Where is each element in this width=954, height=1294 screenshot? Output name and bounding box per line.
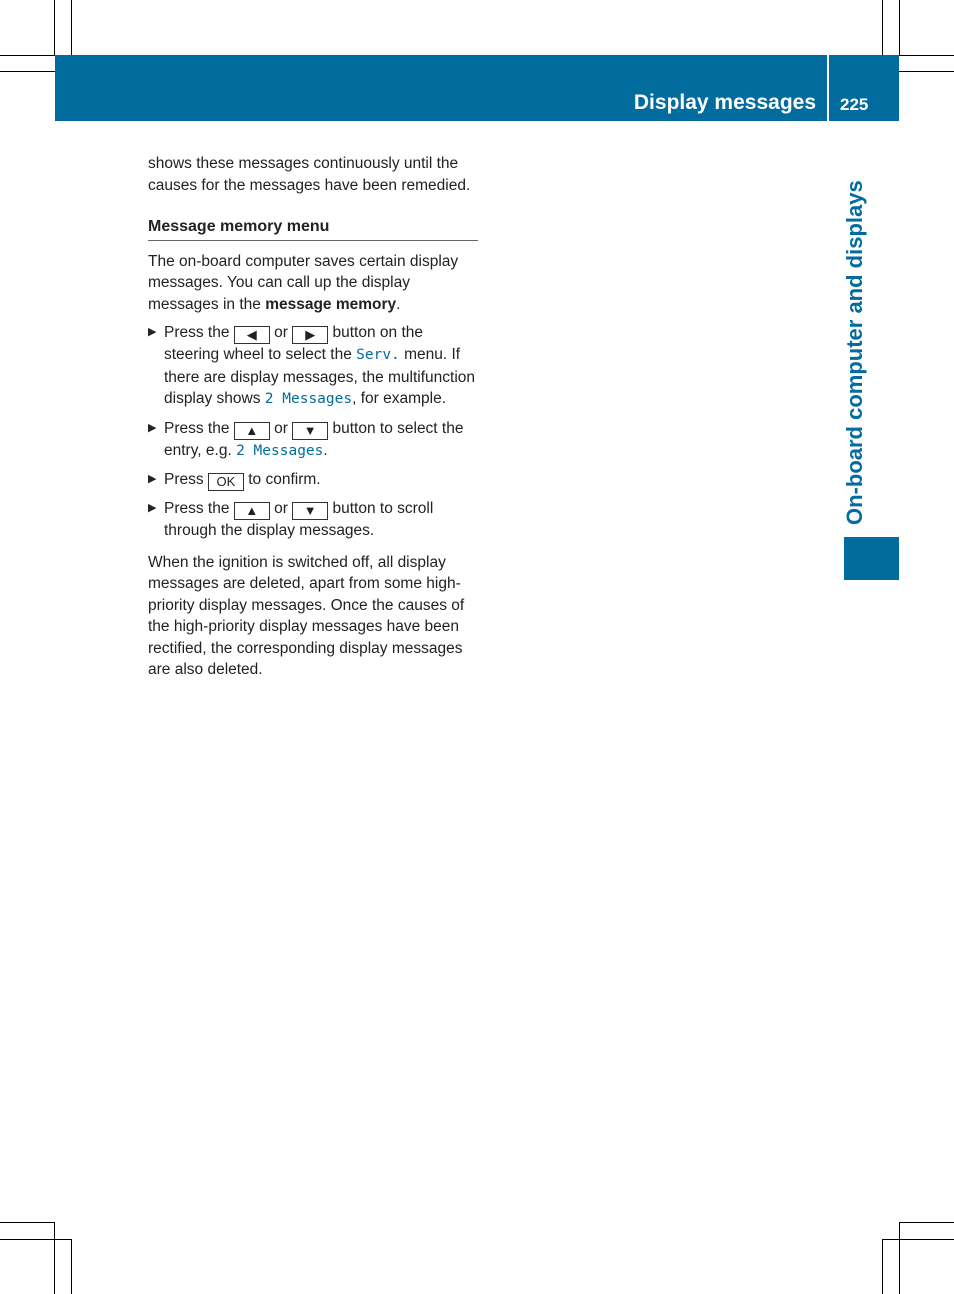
down-button-key: ▼ <box>292 502 329 520</box>
intro-paragraph: shows these messages continuously until … <box>148 155 471 194</box>
text: Press <box>164 471 208 488</box>
text: Press the <box>164 324 234 341</box>
crop-mark <box>882 1239 883 1294</box>
triangle-bullet-icon: ▶ <box>148 421 157 434</box>
header-separator <box>827 55 829 121</box>
text: or <box>269 324 293 341</box>
crop-mark <box>899 1222 954 1223</box>
instruction-step: ▶ Press the ◀ or ▶ button on the steerin… <box>148 322 478 411</box>
paragraph: The on-board computer saves certain disp… <box>148 251 478 316</box>
chapter-tab-marker <box>844 537 899 580</box>
up-button-key: ▲ <box>233 421 270 440</box>
triangle-bullet-icon: ▶ <box>148 326 157 338</box>
section-title: Display messages <box>633 91 816 114</box>
crop-mark <box>882 0 883 55</box>
text: or <box>269 500 293 517</box>
crop-mark <box>0 1222 55 1223</box>
crop-mark <box>71 0 72 55</box>
crop-mark <box>54 1222 55 1294</box>
triangle-bullet-icon: ▶ <box>148 473 157 485</box>
page-number: 225 <box>840 95 869 114</box>
chapter-tab-label: On-board computer and displays <box>842 180 867 525</box>
display-text: 2 Messages <box>236 442 324 459</box>
crop-mark <box>54 0 55 55</box>
crop-mark <box>899 71 954 72</box>
section-heading: Message memory menu <box>148 216 478 241</box>
crop-mark <box>0 71 55 72</box>
text: or <box>269 419 293 437</box>
crop-mark <box>71 1239 72 1294</box>
crop-mark <box>0 1239 71 1240</box>
text: . <box>396 295 401 313</box>
triangle-bullet-icon: ▶ <box>148 502 157 514</box>
text: Press the <box>164 500 234 517</box>
crop-mark <box>882 1239 954 1240</box>
bold-term: message memory <box>265 295 397 313</box>
paragraph: When the ignition is switched off, all d… <box>148 553 465 679</box>
instruction-step: ▶ Press the ▲ or ▼ button to scroll thro… <box>148 498 478 542</box>
crop-mark <box>899 0 900 55</box>
text: . <box>323 441 328 459</box>
instruction-step: ▶ Press OK to confirm. <box>148 469 478 491</box>
crop-mark <box>0 55 55 56</box>
right-button-key: ▶ <box>292 326 329 344</box>
ok-button-key: OK <box>207 473 244 491</box>
left-button-key: ◀ <box>233 326 270 344</box>
content-column: shows these messages continuously until … <box>148 153 478 681</box>
up-button-key: ▲ <box>233 502 270 520</box>
display-text: Serv. <box>356 347 400 363</box>
crop-mark <box>899 1222 900 1294</box>
instruction-step: ▶ Press the ▲ or ▼ button to select the … <box>148 418 478 463</box>
text: Press the <box>164 419 234 437</box>
text: to confirm. <box>243 471 321 488</box>
down-button-key: ▼ <box>292 421 329 440</box>
crop-mark <box>899 55 954 56</box>
text: , for example. <box>352 390 447 407</box>
display-text: 2 Messages <box>264 391 353 407</box>
